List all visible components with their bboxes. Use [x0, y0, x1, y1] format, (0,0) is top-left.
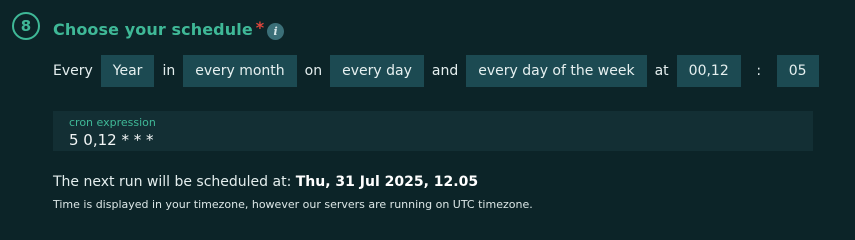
cron-expression-field: cron expression 5 0,12 * * * — [53, 111, 813, 151]
schedule-builder-row: Every Year in every month on every day a… — [53, 55, 827, 87]
next-run-prefix: The next run will be scheduled at: — [53, 174, 296, 190]
next-run-text: The next run will be scheduled at: Thu, … — [53, 174, 478, 190]
step-number-badge: 8 — [12, 12, 40, 40]
weekday-select[interactable]: every day of the week — [466, 55, 647, 87]
required-asterisk: * — [255, 17, 265, 37]
schedule-section: 8 Choose your schedule * i Every Year in… — [0, 0, 855, 240]
section-title: Choose your schedule — [53, 19, 253, 39]
section-header: Choose your schedule * i — [53, 17, 285, 41]
hours-select[interactable]: 00,12 — [676, 55, 741, 87]
every-label: Every — [53, 63, 93, 79]
time-separator: : — [756, 63, 762, 79]
on-label: on — [304, 63, 323, 79]
cron-expression-label: cron expression — [69, 116, 156, 129]
minutes-select[interactable]: 05 — [776, 55, 819, 87]
cron-expression-value: 5 0,12 * * * — [69, 131, 154, 149]
and-label: and — [431, 63, 459, 79]
day-select[interactable]: every day — [330, 55, 424, 87]
next-run-datetime: Thu, 31 Jul 2025, 12.05 — [295, 174, 479, 190]
in-label: in — [162, 63, 176, 79]
month-select[interactable]: every month — [183, 55, 297, 87]
at-label: at — [654, 63, 669, 79]
frequency-select[interactable]: Year — [100, 55, 155, 87]
info-icon[interactable]: i — [267, 22, 285, 40]
timezone-note: Time is displayed in your timezone, howe… — [53, 198, 533, 211]
